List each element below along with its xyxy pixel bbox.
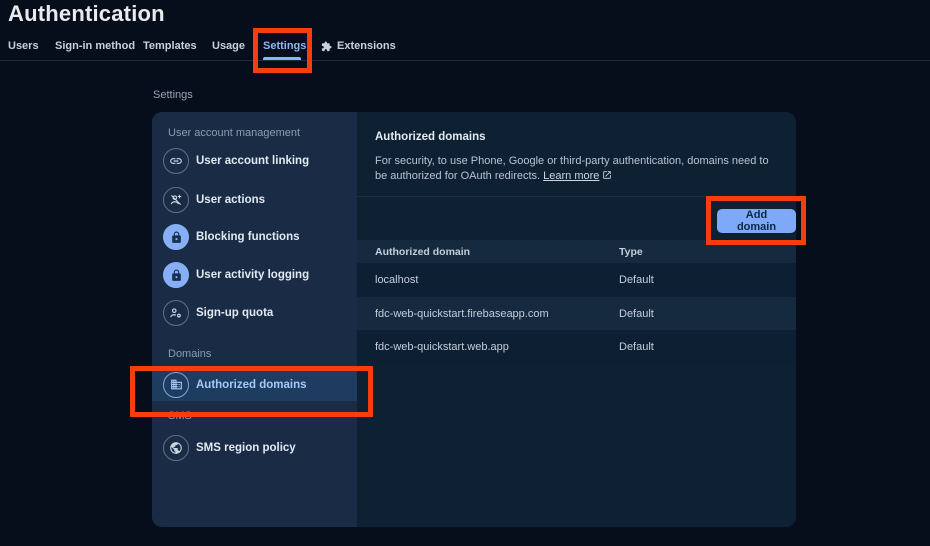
type-cell: Default — [619, 341, 654, 353]
sidebar-item-user-actions[interactable]: User actions — [152, 183, 357, 217]
breadcrumb: Settings — [153, 89, 193, 101]
content-description: For security, to use Phone, Google or th… — [375, 154, 777, 184]
table-row-firebaseapp[interactable]: fdc-web-quickstart.firebaseapp.com Defau… — [357, 297, 796, 330]
tab-extensions[interactable]: Extensions — [321, 38, 396, 54]
tab-templates[interactable]: Templates — [143, 38, 197, 54]
tab-users[interactable]: Users — [8, 38, 39, 54]
sidebar-item-label: User activity logging — [196, 269, 309, 281]
add-domain-button[interactable]: Add domain — [717, 209, 796, 233]
settings-card: User account management User account lin… — [152, 112, 796, 527]
domain-cell: fdc-web-quickstart.web.app — [357, 341, 619, 353]
section-user-account-management: User account management — [168, 127, 300, 139]
content-title: Authorized domains — [375, 131, 486, 143]
open-in-new-icon — [602, 170, 612, 180]
page-title: Authentication — [8, 1, 165, 27]
sidebar-item-user-activity-logging[interactable]: User activity logging — [152, 258, 357, 292]
sidebar-item-label: SMS region policy — [196, 442, 296, 454]
content-divider — [357, 196, 796, 197]
sidebar-item-authorized-domains[interactable]: Authorized domains — [152, 368, 357, 401]
domain-cell: fdc-web-quickstart.firebaseapp.com — [357, 308, 619, 320]
sidebar-item-user-account-linking[interactable]: User account linking — [152, 144, 357, 178]
sidebar-item-blocking-functions[interactable]: Blocking functions — [152, 220, 357, 254]
puzzle-icon — [321, 41, 332, 52]
sidebar-item-label: User actions — [196, 194, 265, 206]
tab-usage[interactable]: Usage — [212, 38, 245, 54]
sidebar-item-sign-up-quota[interactable]: Sign-up quota — [152, 296, 357, 330]
tab-settings[interactable]: Settings — [263, 38, 306, 54]
type-cell: Default — [619, 308, 654, 320]
section-domains: Domains — [168, 348, 211, 360]
settings-sidebar: User account management User account lin… — [152, 112, 357, 527]
globe-icon — [163, 435, 189, 461]
tab-sign-in-method[interactable]: Sign-in method — [55, 38, 135, 54]
sidebar-item-label: Sign-up quota — [196, 307, 273, 319]
sidebar-item-label: Blocking functions — [196, 231, 300, 243]
domain-icon — [163, 372, 189, 398]
sidebar-item-label: Authorized domains — [196, 379, 307, 391]
table-row-localhost[interactable]: localhost Default — [357, 263, 796, 297]
person-gear-icon — [163, 300, 189, 326]
person-add-disabled-icon — [163, 187, 189, 213]
section-sms: SMS — [168, 410, 192, 422]
sidebar-item-label: User account linking — [196, 155, 309, 167]
lock-icon — [163, 262, 189, 288]
type-cell: Default — [619, 274, 654, 286]
column-header-authorized-domain: Authorized domain — [357, 246, 619, 258]
header-divider — [0, 60, 930, 61]
learn-more-link[interactable]: Learn more — [543, 170, 599, 182]
link-icon — [163, 148, 189, 174]
sidebar-item-sms-region-policy[interactable]: SMS region policy — [152, 431, 357, 465]
lock-icon — [163, 224, 189, 250]
column-header-type: Type — [619, 246, 643, 258]
table-header-row: Authorized domain Type — [357, 240, 796, 263]
table-row-webapp[interactable]: fdc-web-quickstart.web.app Default — [357, 330, 796, 363]
domain-cell: localhost — [357, 274, 619, 286]
